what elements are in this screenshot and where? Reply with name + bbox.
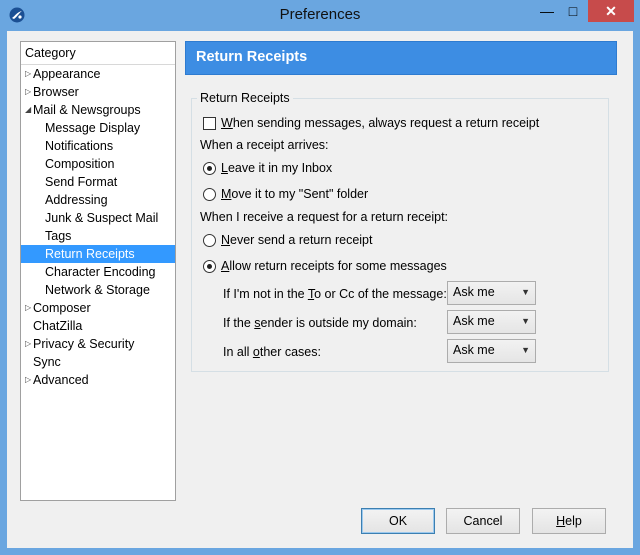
collapsed-arrow-icon[interactable]: ▷: [25, 335, 33, 353]
panel-header: Return Receipts: [185, 41, 617, 75]
category-item-label: ChatZilla: [33, 319, 83, 333]
category-list: ▷ Appearance ▷ Browser ◢ Mail & Newsgroups Mes…: [21, 65, 175, 389]
category-item-label: Notifications: [45, 139, 114, 153]
category-item-label: Privacy & Security: [33, 337, 135, 351]
receipt-arrives-label: When a receipt arrives:: [200, 138, 329, 152]
panel-title: Return Receipts: [196, 49, 308, 65]
cancel-button[interactable]: Cancel: [446, 508, 520, 534]
category-item[interactable]: ▷ Advanced: [21, 371, 175, 389]
category-item-label: Send Format: [45, 175, 118, 189]
title-bar[interactable]: Preferences — □ ✕: [0, 0, 640, 32]
category-item[interactable]: Character Encoding: [21, 263, 175, 281]
category-item-label: Return Receipts: [45, 247, 135, 261]
help-button[interactable]: Help: [532, 508, 606, 534]
category-item[interactable]: Composition: [21, 155, 175, 173]
leave-inbox-label[interactable]: Leave it in my Inbox: [221, 161, 332, 175]
collapsed-arrow-icon[interactable]: ▷: [25, 65, 33, 83]
chevron-down-icon: ▼: [521, 287, 530, 297]
collapsed-arrow-icon[interactable]: ▷: [25, 299, 33, 317]
category-item-label: Addressing: [45, 193, 108, 207]
category-item-label: Character Encoding: [45, 265, 156, 279]
collapsed-arrow-icon[interactable]: ▷: [25, 83, 33, 101]
category-header: Category: [21, 42, 175, 65]
dialog-body: Category ▷ Appearance ▷ Browser ◢ Mail & News…: [7, 31, 633, 548]
allow-some-radio[interactable]: [203, 260, 216, 273]
always-request-checkbox[interactable]: [203, 117, 216, 130]
category-item-label: Tags: [45, 229, 72, 243]
leave-inbox-radio[interactable]: [203, 162, 216, 175]
other-cases-label: In all other cases:: [223, 345, 321, 359]
category-item[interactable]: Send Format: [21, 173, 175, 191]
category-item[interactable]: Message Display: [21, 119, 175, 137]
category-item-label: Message Display: [45, 121, 141, 135]
move-sent-radio[interactable]: [203, 188, 216, 201]
category-item[interactable]: Sync: [21, 353, 175, 371]
sender-outside-label: If the sender is outside my domain:: [223, 316, 417, 330]
other-cases-select[interactable]: Ask me ▼: [447, 339, 536, 363]
close-button[interactable]: ✕: [588, 0, 634, 22]
never-send-label[interactable]: Never send a return receipt: [221, 233, 372, 247]
request-label: When I receive a request for a return re…: [200, 210, 449, 224]
maximize-button[interactable]: □: [560, 0, 586, 22]
category-item[interactable]: ◢ Mail & Newsgroups: [21, 101, 175, 119]
category-item[interactable]: ▷ Appearance: [21, 65, 175, 83]
category-item[interactable]: ChatZilla: [21, 317, 175, 335]
chevron-down-icon: ▼: [521, 316, 530, 326]
ok-button[interactable]: OK: [361, 508, 435, 534]
category-item-label: Sync: [33, 355, 61, 369]
category-item-label: Mail & Newsgroups: [33, 103, 141, 117]
category-item[interactable]: Junk & Suspect Mail: [21, 209, 175, 227]
category-item[interactable]: Return Receipts: [21, 245, 175, 263]
category-item-label: Composer: [33, 301, 91, 315]
not-in-to-cc-label: If I'm not in the To or Cc of the messag…: [223, 287, 447, 301]
expanded-arrow-icon[interactable]: ◢: [25, 101, 33, 119]
category-item-label: Composition: [45, 157, 115, 171]
category-item-label: Appearance: [33, 67, 101, 81]
category-item[interactable]: Addressing: [21, 191, 175, 209]
move-sent-label[interactable]: Move it to my "Sent" folder: [221, 187, 368, 201]
category-item[interactable]: Network & Storage: [21, 281, 175, 299]
category-item-label: Network & Storage: [45, 283, 150, 297]
category-item-label: Advanced: [33, 373, 89, 387]
category-item[interactable]: Tags: [21, 227, 175, 245]
not-in-to-cc-select[interactable]: Ask me ▼: [447, 281, 536, 305]
always-request-label[interactable]: When sending messages, always request a …: [221, 116, 539, 130]
preferences-window: Preferences — □ ✕ Category ▷ Appearance ▷ B…: [0, 0, 640, 555]
category-item[interactable]: ▷ Composer: [21, 299, 175, 317]
category-item[interactable]: ▷ Browser: [21, 83, 175, 101]
collapsed-arrow-icon[interactable]: ▷: [25, 371, 33, 389]
chevron-down-icon: ▼: [521, 345, 530, 355]
group-label: Return Receipts: [197, 91, 293, 105]
minimize-button[interactable]: —: [534, 0, 560, 22]
sender-outside-select[interactable]: Ask me ▼: [447, 310, 536, 334]
category-item[interactable]: Notifications: [21, 137, 175, 155]
category-item[interactable]: ▷ Privacy & Security: [21, 335, 175, 353]
category-item-label: Browser: [33, 85, 79, 99]
category-item-label: Junk & Suspect Mail: [45, 211, 159, 225]
category-tree: Category ▷ Appearance ▷ Browser ◢ Mail & News…: [20, 41, 176, 501]
allow-some-label[interactable]: Allow return receipts for some messages: [221, 259, 447, 273]
never-send-radio[interactable]: [203, 234, 216, 247]
